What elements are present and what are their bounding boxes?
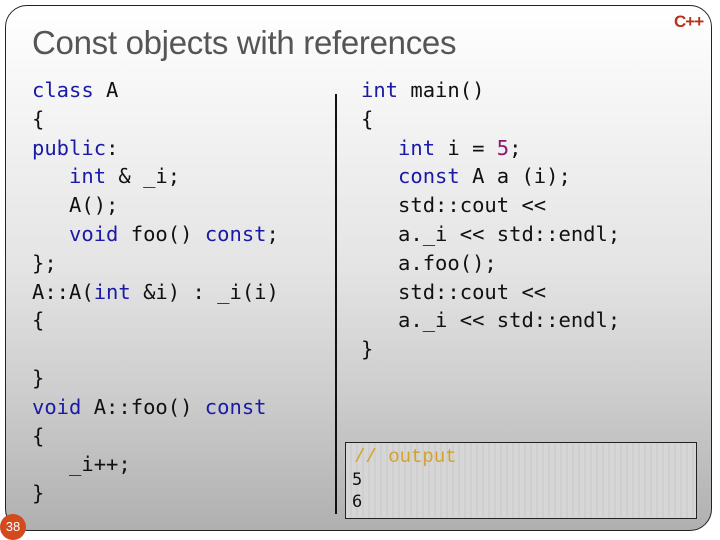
code-text: } bbox=[32, 365, 45, 390]
code-line: public: bbox=[32, 134, 279, 163]
code-line: _i++; bbox=[32, 450, 279, 479]
code-text: a._i << std::endl; bbox=[361, 308, 621, 333]
code-text: : bbox=[106, 135, 119, 160]
output-comment: // output bbox=[354, 446, 457, 468]
code-text: A::foo() bbox=[81, 394, 205, 419]
code-text: { bbox=[361, 106, 374, 131]
code-text: ; bbox=[266, 221, 279, 246]
code-line: int main() bbox=[361, 76, 620, 105]
code-line: A(); bbox=[32, 191, 279, 220]
code-keyword: const bbox=[398, 164, 460, 189]
code-text: { bbox=[32, 308, 45, 333]
code-line: a.foo(); bbox=[361, 249, 620, 278]
code-text: _i++; bbox=[32, 452, 131, 477]
code-line: class A bbox=[32, 76, 279, 105]
code-text: A a (i); bbox=[459, 164, 571, 189]
code-line: { bbox=[32, 105, 279, 134]
output-line: 5 bbox=[352, 470, 363, 490]
code-line: { bbox=[361, 105, 620, 134]
code-text: A bbox=[93, 78, 119, 102]
code-keyword: void bbox=[32, 394, 82, 419]
code-line: void A::foo() const bbox=[32, 393, 279, 422]
code-keyword: int bbox=[361, 78, 399, 102]
code-line: a._i << std::endl; bbox=[361, 220, 620, 249]
code-text: std::cout << bbox=[361, 193, 547, 218]
code-text: a._i << std::endl; bbox=[361, 221, 621, 246]
code-keyword: public bbox=[32, 135, 107, 160]
output-line: 6 bbox=[352, 492, 363, 512]
code-text: } bbox=[32, 481, 45, 506]
code-text: { bbox=[32, 106, 45, 131]
code-line: std::cout << bbox=[361, 191, 620, 220]
code-line: std::cout << bbox=[361, 278, 620, 307]
code-keyword: const bbox=[204, 394, 267, 419]
code-keyword: int bbox=[398, 135, 436, 160]
code-text: ; bbox=[509, 135, 522, 160]
code-text: } bbox=[361, 337, 374, 362]
code-text: i = bbox=[435, 135, 497, 160]
code-line: }; bbox=[32, 249, 279, 278]
code-text: std::cout << bbox=[361, 279, 547, 304]
code-text: A(); bbox=[32, 193, 119, 218]
code-text: & _i; bbox=[106, 164, 181, 189]
output-box: // output 5 6 bbox=[345, 442, 697, 519]
code-keyword: class bbox=[32, 78, 94, 102]
page-number-badge: 38 bbox=[0, 514, 26, 540]
code-keyword: const bbox=[204, 221, 267, 246]
code-line: void foo() const; bbox=[32, 220, 279, 249]
code-line: } bbox=[32, 364, 279, 393]
code-line: { bbox=[32, 306, 279, 335]
class-definition-code: class A{public: int & _i; A(); void foo(… bbox=[32, 76, 279, 508]
code-line: a._i << std::endl; bbox=[361, 306, 620, 335]
slide-title: Const objects with references bbox=[32, 24, 457, 61]
code-text: }; bbox=[32, 250, 57, 275]
code-line: int & _i; bbox=[32, 162, 279, 191]
code-line: const A a (i); bbox=[361, 162, 620, 191]
code-line: A::A(int &i) : _i(i) bbox=[32, 278, 279, 307]
code-number: 5 bbox=[496, 135, 510, 160]
code-keyword: int bbox=[69, 164, 107, 189]
code-keyword: int bbox=[93, 279, 131, 304]
code-line: { bbox=[32, 422, 279, 451]
code-line: } bbox=[361, 335, 620, 364]
column-divider bbox=[335, 94, 337, 514]
code-text: A::A( bbox=[32, 279, 94, 304]
code-text: foo() bbox=[118, 221, 205, 246]
code-text: main() bbox=[398, 78, 485, 102]
code-text: &i) : _i(i) bbox=[130, 279, 279, 304]
code-keyword: void bbox=[69, 221, 119, 246]
main-function-code: int main(){ int i = 5; const A a (i); st… bbox=[361, 76, 620, 364]
cpp-logo-icon: C++ bbox=[674, 12, 704, 31]
code-text: a.foo(); bbox=[361, 250, 497, 275]
code-line: int i = 5; bbox=[361, 134, 620, 163]
code-line: } bbox=[32, 479, 279, 508]
code-text: { bbox=[32, 423, 45, 448]
